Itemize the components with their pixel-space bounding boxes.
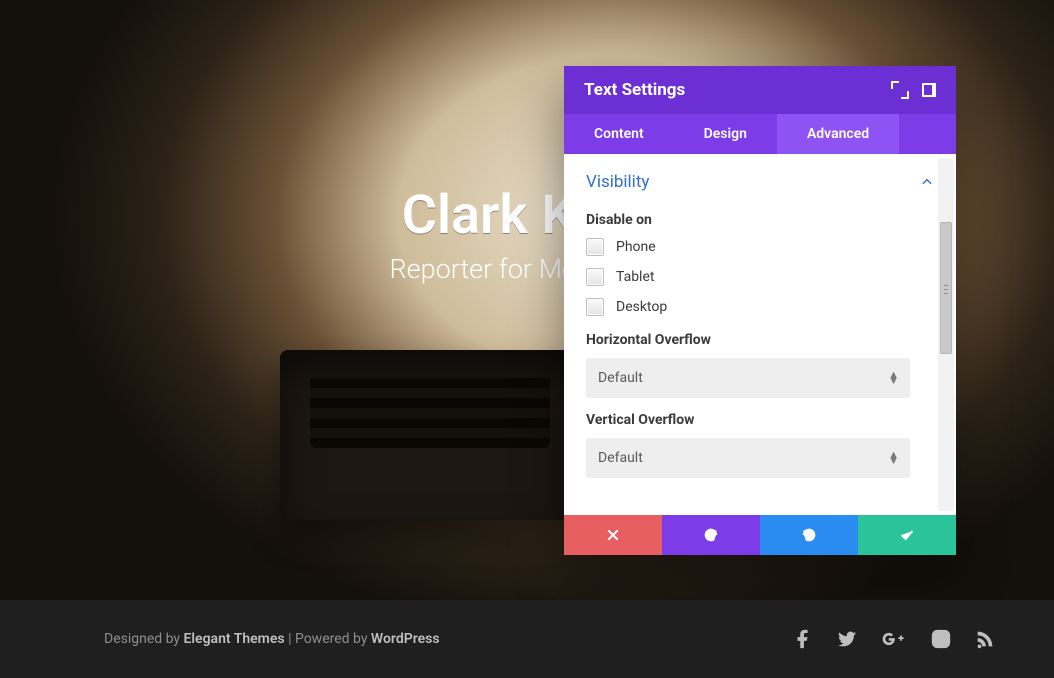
undo-button[interactable] xyxy=(662,515,760,555)
expand-icon[interactable] xyxy=(892,82,908,98)
h-overflow-select[interactable]: Default ▲▼ xyxy=(586,358,910,398)
select-arrows-icon: ▲▼ xyxy=(888,372,898,384)
redo-button[interactable] xyxy=(760,515,858,555)
panel-tabs: Content Design Advanced xyxy=(564,114,956,154)
footer-mid: | Powered by xyxy=(288,631,371,647)
panel-actions xyxy=(564,515,956,555)
checkbox-icon[interactable] xyxy=(586,298,604,316)
v-overflow-value: Default xyxy=(598,450,643,466)
tab-design[interactable]: Design xyxy=(674,114,777,154)
panel-body: Visibility Disable on Phone Tablet Deskt… xyxy=(564,154,956,515)
undo-icon xyxy=(703,527,719,543)
tab-content[interactable]: Content xyxy=(564,114,674,154)
tab-advanced[interactable]: Advanced xyxy=(777,114,899,154)
select-arrows-icon: ▲▼ xyxy=(888,452,898,464)
footer-credit: Designed by Elegant Themes | Powered by … xyxy=(104,631,440,647)
rss-icon[interactable] xyxy=(974,628,996,650)
chevron-up-icon xyxy=(920,175,934,189)
footer-link-elegant-themes[interactable]: Elegant Themes xyxy=(184,631,285,647)
check-icon xyxy=(899,527,915,543)
section-visibility[interactable]: Visibility xyxy=(586,168,934,206)
typewriter-graphic xyxy=(280,350,580,520)
panel-header[interactable]: Text Settings xyxy=(564,66,956,114)
h-overflow-label: Horizontal Overflow xyxy=(586,332,934,348)
checkbox-tablet-row[interactable]: Tablet xyxy=(586,268,934,286)
panel-title: Text Settings xyxy=(584,80,878,100)
checkbox-tablet-label: Tablet xyxy=(616,269,654,285)
checkbox-icon[interactable] xyxy=(586,238,604,256)
v-overflow-label: Vertical Overflow xyxy=(586,412,934,428)
facebook-icon[interactable] xyxy=(792,628,814,650)
footer-bar: Designed by Elegant Themes | Powered by … xyxy=(0,600,1054,678)
section-visibility-label: Visibility xyxy=(586,172,649,192)
disable-on-label: Disable on xyxy=(586,212,934,228)
confirm-button[interactable] xyxy=(858,515,956,555)
scrollbar[interactable] xyxy=(938,158,954,511)
checkbox-desktop-row[interactable]: Desktop xyxy=(586,298,934,316)
footer-prefix: Designed by xyxy=(104,631,184,647)
checkbox-phone-label: Phone xyxy=(616,239,656,255)
twitter-icon[interactable] xyxy=(836,628,858,650)
v-overflow-select[interactable]: Default ▲▼ xyxy=(586,438,910,478)
redo-icon xyxy=(801,527,817,543)
text-settings-panel: Text Settings Content Design Advanced Vi… xyxy=(564,66,956,555)
close-icon xyxy=(605,527,621,543)
social-links xyxy=(792,628,996,650)
layout-columns-icon[interactable] xyxy=(922,83,936,97)
google-plus-icon[interactable] xyxy=(880,628,908,650)
close-button[interactable] xyxy=(564,515,662,555)
checkbox-icon[interactable] xyxy=(586,268,604,286)
checkbox-phone-row[interactable]: Phone xyxy=(586,238,934,256)
h-overflow-value: Default xyxy=(598,370,643,386)
footer-link-wordpress[interactable]: WordPress xyxy=(371,631,440,647)
scrollbar-thumb[interactable] xyxy=(940,222,952,354)
checkbox-desktop-label: Desktop xyxy=(616,299,667,315)
instagram-icon[interactable] xyxy=(930,628,952,650)
